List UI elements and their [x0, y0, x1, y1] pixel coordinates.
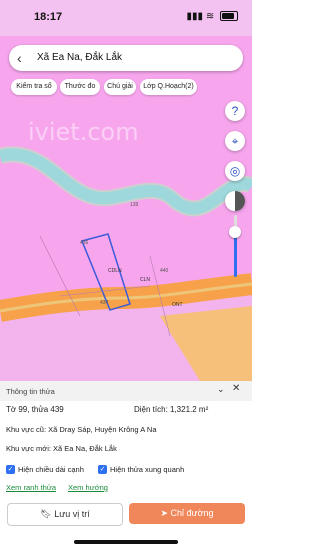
checkbox-neighbors[interactable]: ✓: [98, 465, 107, 474]
wifi-icon: ≋: [205, 11, 215, 22]
map-label: CLN: [140, 277, 151, 283]
bookmark-icon: 🔖︎: [40, 509, 52, 519]
checkbox-edge-length-label: Hiện chiều dài cạnh: [18, 465, 84, 474]
directions-button[interactable]: ➤ Chỉ đường: [129, 503, 245, 524]
help-button[interactable]: ?: [225, 101, 245, 121]
map-label: CDLN: [108, 268, 122, 274]
opacity-slider-handle[interactable]: [229, 226, 241, 238]
sheet-title: Thông tin thửa: [6, 387, 55, 396]
help-icon: ?: [231, 104, 239, 118]
layer-opacity-button[interactable]: [225, 191, 245, 211]
status-time: 18:17: [34, 11, 63, 23]
back-arrow-icon[interactable]: ‹: [17, 50, 22, 66]
compass-icon: ⌖: [231, 134, 239, 148]
view-direction-link[interactable]: Xem hướng: [68, 483, 108, 492]
view-boundary-link[interactable]: Xem ranh thửa: [6, 483, 56, 492]
send-icon: ➤: [160, 508, 169, 518]
map-watermark: iviet.com: [28, 118, 139, 146]
close-icon[interactable]: ✕: [232, 383, 240, 394]
collapse-chevron-icon[interactable]: ⌄: [217, 384, 225, 395]
save-location-label: Lưu vị trí: [54, 509, 90, 519]
home-indicator: [74, 540, 178, 544]
chip-kiem-tra-so[interactable]: Kiểm tra sổ: [11, 79, 57, 95]
save-location-button[interactable]: 🔖︎ Lưu vị trí: [7, 503, 123, 526]
chip-lop-quy-hoach[interactable]: Lớp Q.Hoạch(2): [140, 79, 197, 95]
area-value: 1,321.2 m²: [170, 405, 209, 414]
chip-thuoc-do[interactable]: Thước đo: [60, 79, 100, 95]
checkbox-edge-length[interactable]: ✓: [6, 465, 15, 474]
map-label: ONT: [172, 302, 183, 308]
compass-button[interactable]: ⌖: [225, 131, 245, 151]
old-area: Khu vực cũ: Xã Dray Sáp, Huyện Krông A N…: [6, 425, 157, 434]
search-bar[interactable]: ‹ Xã Ea Na, Đắk Lắk: [9, 45, 243, 71]
new-area: Khu vực mới: Xã Ea Na, Đắk Lắk: [6, 444, 117, 453]
signal-icon: ▮▮▮: [186, 11, 204, 22]
parcel-number: Tờ 99, thửa 439: [6, 405, 64, 414]
locate-icon: ◎: [229, 164, 241, 178]
directions-label: Chỉ đường: [170, 508, 214, 518]
map-label: 436: [80, 240, 89, 246]
status-icons: ▮▮▮ ≋: [187, 11, 238, 22]
locate-button[interactable]: ◎: [225, 161, 245, 181]
map-label: 440: [160, 268, 169, 274]
map-label: 434: [100, 300, 109, 306]
search-text: Xã Ea Na, Đắk Lắk: [37, 52, 123, 63]
battery-icon: [220, 11, 238, 22]
area-label: Diện tích:: [134, 405, 168, 414]
map-label: 139: [130, 202, 139, 208]
checkbox-neighbors-label: Hiện thửa xung quanh: [110, 465, 185, 474]
chip-chu-giai[interactable]: Chú giải: [104, 79, 136, 95]
